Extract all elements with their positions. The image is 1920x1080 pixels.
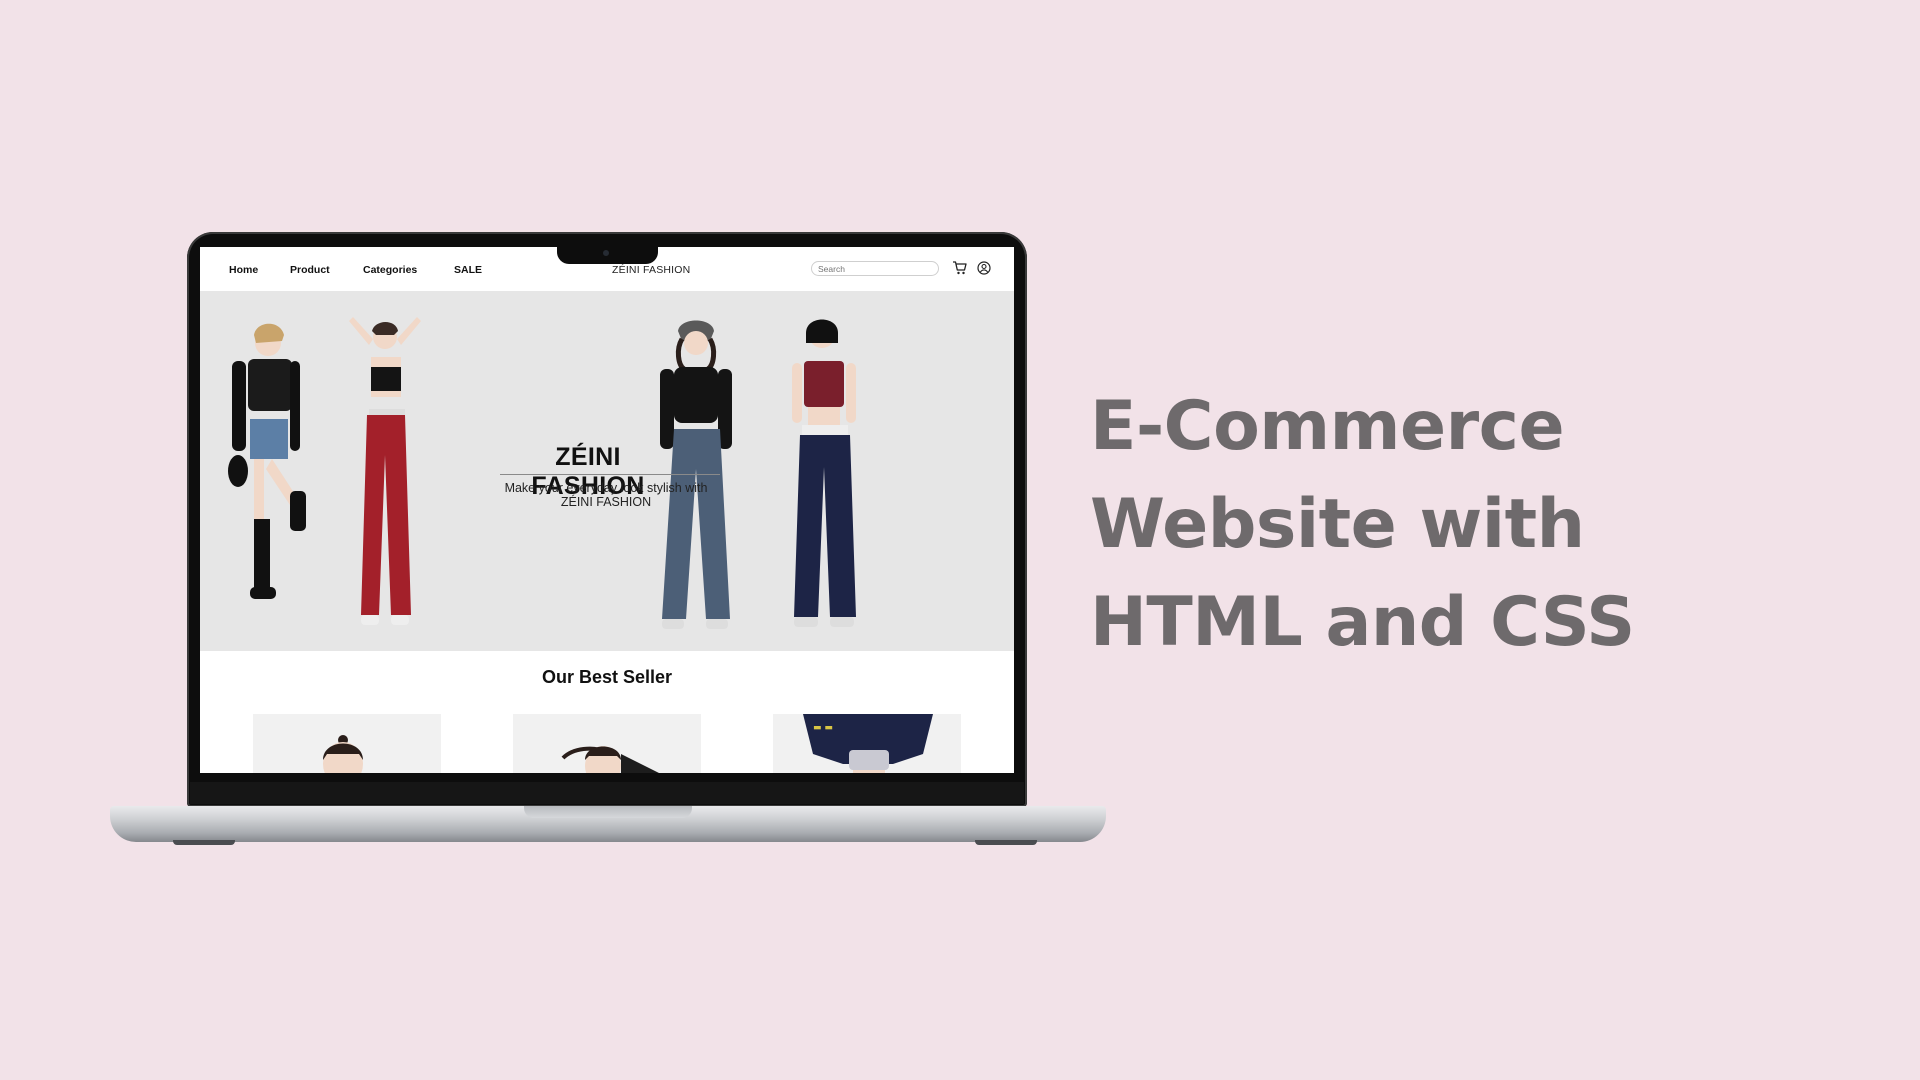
- best-seller-heading: Our Best Seller: [541, 667, 673, 687]
- headline-line-3: HTML and CSS: [1090, 583, 1635, 662]
- hero-model-image-2: [349, 317, 421, 625]
- best-seller-image-2: [561, 746, 659, 773]
- best-seller-card-2[interactable]: [513, 714, 701, 773]
- account-icon[interactable]: [976, 260, 992, 276]
- hero-banner: ZÉINI FASHION Make your everyday look st…: [200, 291, 1014, 651]
- laptop-opening-groove: [524, 806, 692, 818]
- search-input[interactable]: [811, 261, 939, 276]
- best-seller-image-3: ▬ ▬: [803, 714, 933, 773]
- svg-text:▬ ▬: ▬ ▬: [813, 723, 833, 733]
- hero-subtitle-line-1: Make your everyday look stylish with: [504, 481, 708, 495]
- laptop-bezel-bottom: [190, 782, 1024, 804]
- nav-sale-link[interactable]: SALE: [454, 264, 482, 276]
- camera-icon: [603, 250, 609, 256]
- headline: E-Commerce Website with HTML and CSS: [1090, 378, 1850, 672]
- laptop-foot-right: [975, 840, 1037, 845]
- best-seller-card-3[interactable]: ▬ ▬: [773, 714, 961, 773]
- laptop-screen: Home Product Categories SALE ZÉINI FASHI…: [200, 247, 1014, 773]
- nav-categories-link[interactable]: Categories: [363, 264, 417, 276]
- headline-line-2: Website with: [1090, 485, 1585, 564]
- laptop-foot-left: [173, 840, 235, 845]
- hero-model-image-4: [792, 319, 856, 627]
- hero-model-image-1: [228, 323, 306, 599]
- hero-divider: [500, 474, 720, 475]
- best-seller-image-1: [323, 735, 363, 773]
- nav-home-link[interactable]: Home: [229, 264, 258, 276]
- headline-line-1: E-Commerce: [1090, 387, 1565, 466]
- nav-brand-logo[interactable]: ZÉINI FASHION: [612, 264, 690, 276]
- nav-product-link[interactable]: Product: [290, 264, 330, 276]
- best-seller-card-1[interactable]: [253, 714, 441, 773]
- cart-icon[interactable]: [952, 260, 968, 276]
- hero-subtitle: Make your everyday look stylish with ZÉI…: [496, 481, 716, 509]
- hero-subtitle-line-2: ZÉINI FASHION: [560, 495, 652, 509]
